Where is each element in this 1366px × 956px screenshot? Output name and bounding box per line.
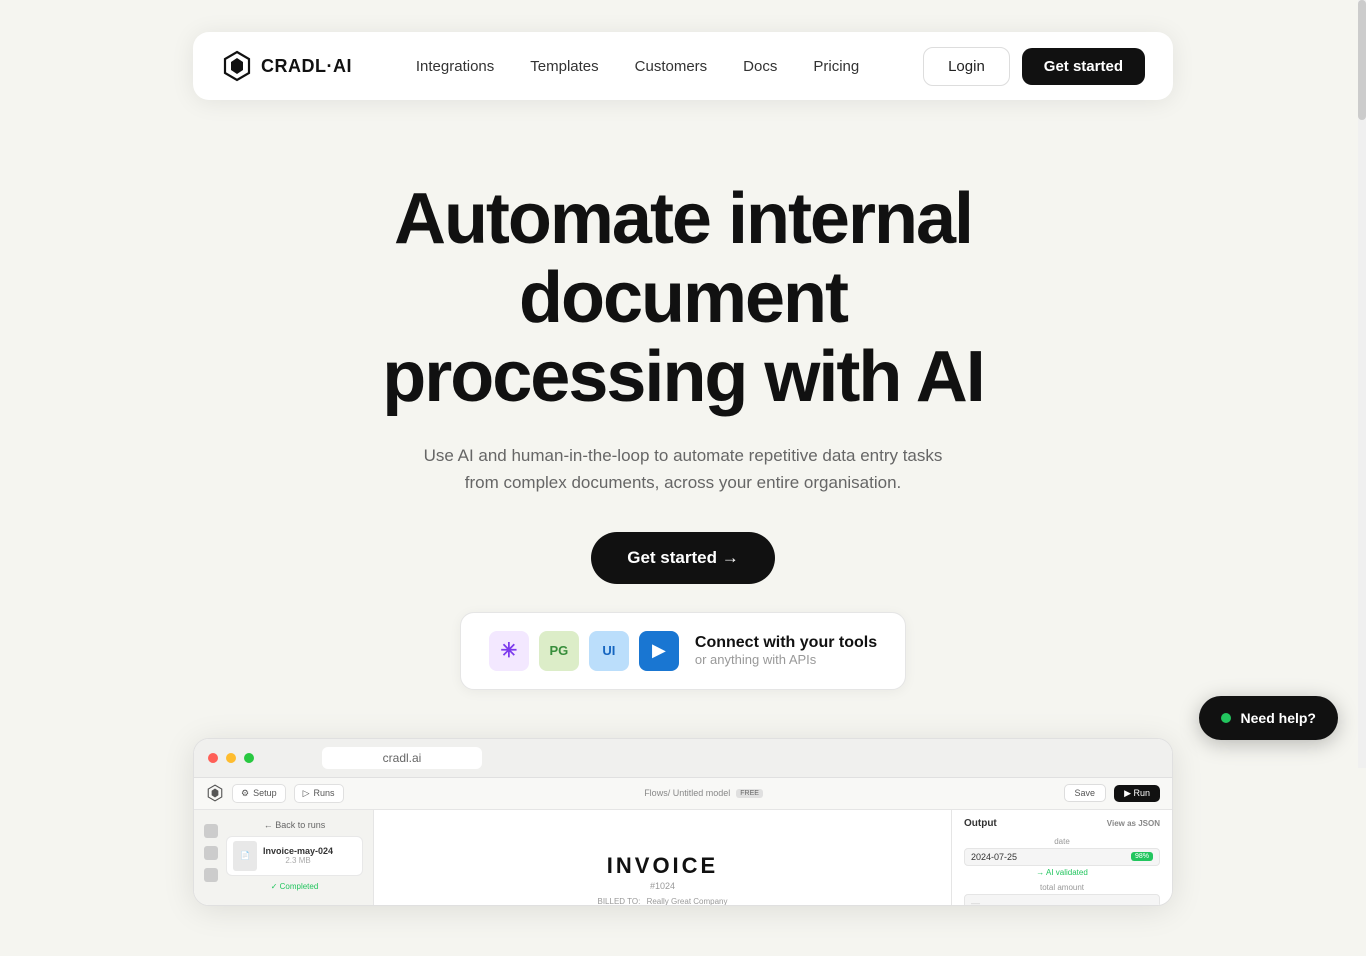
invoice-preview: INVOICE #1024 BILLED TO: Really Great Co… (374, 810, 952, 906)
integration-connect-text: Connect with your tools (695, 634, 877, 652)
login-button[interactable]: Login (923, 47, 1010, 86)
ai-validated-label: → AI validated (964, 868, 1160, 877)
output-field-date: date 2024-07-25 98% → AI validated (964, 837, 1160, 877)
url-bar: cradl.ai (322, 747, 482, 769)
get-started-hero-button[interactable]: Get started → (591, 532, 774, 584)
file-icon: 📄 (233, 841, 257, 871)
hero-section: Automate internal document processing wi… (0, 100, 1366, 956)
file-info: Invoice-may-024 2.3 MB (263, 846, 333, 865)
topbar-left: ⚙ Setup ▷ Runs (206, 784, 344, 803)
pg-icon: PG (539, 631, 579, 671)
nav-pricing[interactable]: Pricing (813, 58, 859, 75)
chrome-dot-red (208, 753, 218, 763)
invoice-number: #1024 (598, 881, 728, 891)
logo-link[interactable]: CRADL·AI (221, 50, 352, 82)
integration-banner: ✳ PG UI ▶ Connect with your tools or any… (460, 612, 906, 690)
chat-online-dot (1221, 713, 1231, 723)
app-save-button: Save (1064, 784, 1107, 802)
logo-text: CRADL·AI (261, 56, 352, 77)
app-logo-icon (206, 784, 224, 802)
nav-integrations[interactable]: Integrations (416, 58, 494, 75)
nav-links: Integrations Templates Customers Docs Pr… (416, 58, 859, 75)
make-icon: ▶ (639, 631, 679, 671)
output-date-value: 2024-07-25 98% (964, 848, 1160, 866)
nav-templates[interactable]: Templates (530, 58, 598, 75)
get-started-nav-button[interactable]: Get started (1022, 48, 1145, 85)
flows-label: Flows/ Untitled model FREE (644, 788, 763, 798)
integration-api-text: or anything with APIs (695, 652, 877, 667)
nav-actions: Login Get started (923, 47, 1145, 86)
output-header: Output View as JSON (964, 818, 1160, 829)
invoice-title: INVOICE (598, 853, 728, 879)
output-field-total: total amount — (964, 883, 1160, 906)
app-topbar: ⚙ Setup ▷ Runs Flows/ Untitled model FRE… (194, 778, 1172, 810)
setup-tab: ⚙ Setup (232, 784, 286, 803)
navbar: CRADL·AI Integrations Templates Customer… (193, 32, 1173, 100)
hero-subtitle: Use AI and human-in-the-loop to automate… (423, 442, 943, 496)
scrollbar-track (1358, 0, 1366, 768)
ui-icon: UI (589, 631, 629, 671)
nav-customers[interactable]: Customers (635, 58, 708, 75)
output-panel: Output View as JSON date 2024-07-25 98% … (952, 810, 1172, 906)
chat-widget[interactable]: Need help? (1199, 696, 1338, 740)
sidebar-icon-2 (204, 846, 218, 860)
logo-icon (221, 50, 253, 82)
integration-icons: ✳ PG UI ▶ (489, 631, 679, 671)
runs-tab: ▷ Runs (294, 784, 344, 803)
app-run-button: ▶ Run (1114, 785, 1160, 802)
chat-label: Need help? (1241, 710, 1316, 726)
topbar-right: Save ▶ Run (1064, 784, 1160, 802)
app-body: ← Back to runs 📄 Invoice-may-024 2.3 MB … (194, 810, 1172, 906)
sidebar-icon-3 (204, 868, 218, 882)
app-sidebar: ← Back to runs 📄 Invoice-may-024 2.3 MB … (194, 810, 374, 906)
chrome-dot-yellow (226, 753, 236, 763)
invoice-content: INVOICE #1024 BILLED TO: Really Great Co… (598, 853, 728, 906)
chrome-bar: cradl.ai (194, 739, 1172, 778)
sidebar-icon-1 (204, 824, 218, 838)
scrollbar-thumb[interactable] (1358, 0, 1366, 120)
output-total-value: — (964, 894, 1160, 906)
chrome-dot-green (244, 753, 254, 763)
nav-docs[interactable]: Docs (743, 58, 777, 75)
integration-text: Connect with your tools or anything with… (695, 634, 877, 667)
status-completed: ✓ Completed (226, 882, 363, 891)
file-item: 📄 Invoice-may-024 2.3 MB (226, 836, 363, 876)
anthropic-icon: ✳ (489, 631, 529, 671)
invoice-billed-label: BILLED TO: Really Great Company (598, 897, 728, 906)
hero-title: Automate internal document processing wi… (273, 180, 1093, 418)
screenshot-preview: cradl.ai ⚙ Setup ▷ Runs Flows/ (193, 738, 1173, 906)
back-to-runs: ← Back to runs (226, 820, 363, 830)
